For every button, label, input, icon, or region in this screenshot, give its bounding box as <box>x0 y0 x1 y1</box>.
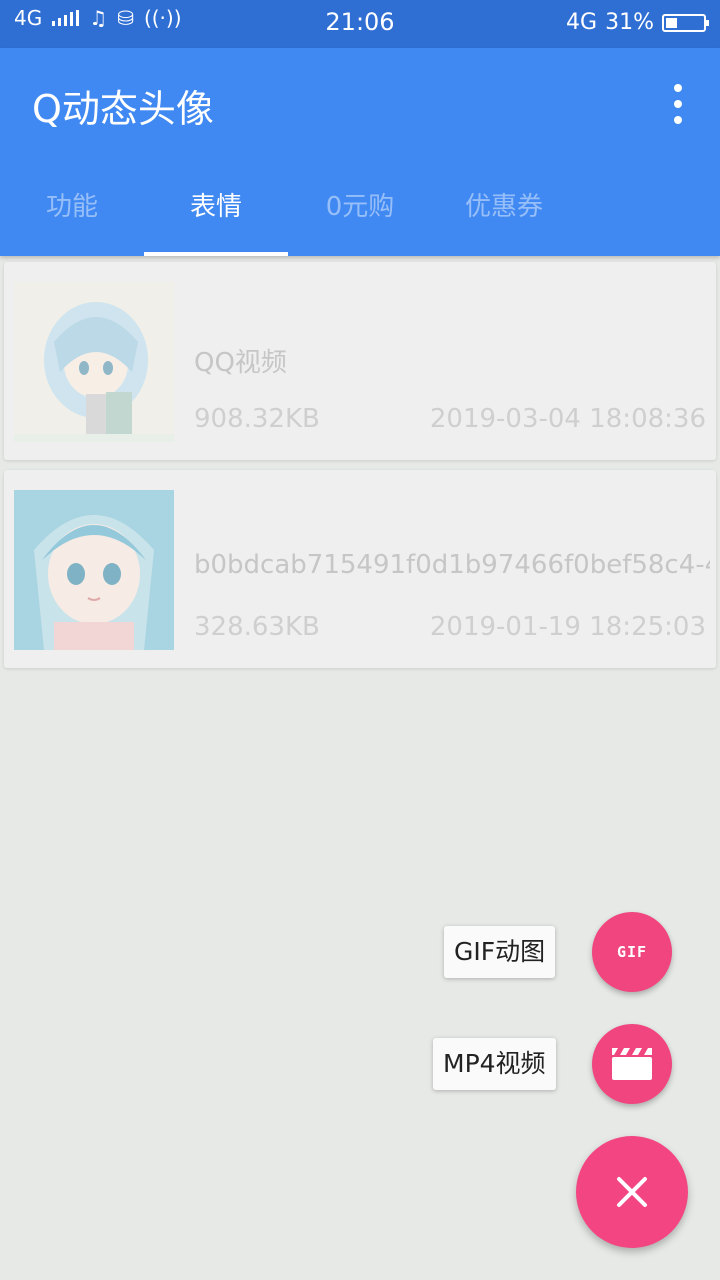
app-bar: Q动态头像 功能 表情 0元购 优惠券 <box>0 48 720 256</box>
gif-button[interactable]: GIF <box>592 912 672 992</box>
item-thumbnail <box>14 282 174 442</box>
item-name: QQ视频 <box>194 348 287 378</box>
clapperboard-icon <box>612 1048 652 1080</box>
item-size: 328.63KB <box>194 612 320 642</box>
tab-stickers[interactable]: 表情 <box>144 160 288 256</box>
gif-label[interactable]: GIF动图 <box>444 926 556 978</box>
battery-percent: 31% <box>605 10 654 35</box>
item-date: 2019-03-04 18:08:36 <box>429 404 706 434</box>
mp4-label[interactable]: MP4视频 <box>433 1038 556 1090</box>
tab-zero-yuan[interactable]: 0元购 <box>288 160 432 256</box>
close-icon <box>617 1177 647 1207</box>
battery-icon <box>662 13 709 32</box>
gif-icon: GIF <box>616 943 648 961</box>
close-fab-button[interactable] <box>576 1136 688 1248</box>
app-title: Q动态头像 <box>32 87 214 131</box>
item-name: b0bdcab715491f0d1b97466f0bef58c4-4. <box>194 550 710 580</box>
list-item[interactable]: b0bdcab715491f0d1b97466f0bef58c4-4. 328.… <box>4 470 716 668</box>
status-bar: 4G ♫ ⛁ ((·)) 21:06 4G 31% <box>0 0 720 48</box>
tab-bar: 功能 表情 0元购 优惠券 <box>0 160 576 256</box>
list-item[interactable]: QQ视频 908.32KB 2019-03-04 18:08:36 <box>4 262 716 460</box>
item-thumbnail <box>14 490 174 650</box>
more-vert-icon[interactable] <box>666 84 690 124</box>
status-right: 4G 31% <box>566 10 709 35</box>
mp4-button[interactable] <box>592 1024 672 1104</box>
item-size: 908.32KB <box>194 404 320 434</box>
tab-function[interactable]: 功能 <box>0 160 144 256</box>
tab-coupons[interactable]: 优惠券 <box>432 160 576 256</box>
network-type-right: 4G <box>566 10 598 35</box>
item-date: 2019-01-19 18:25:03 <box>429 612 706 642</box>
